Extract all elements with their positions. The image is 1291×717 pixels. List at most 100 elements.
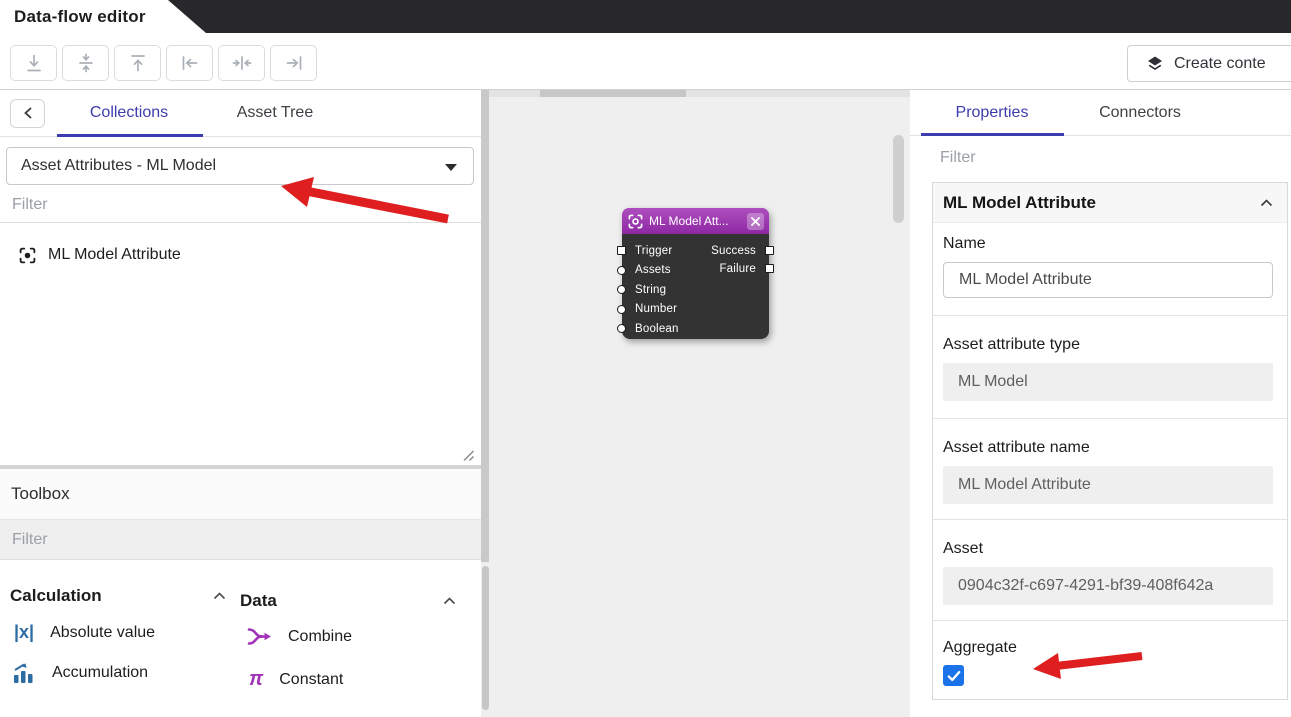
field-label: Name — [943, 235, 1273, 253]
app-title: Data-flow editor — [0, 7, 146, 27]
field-asset-attribute-type: Asset attribute type ML Model — [933, 336, 1287, 401]
port-number[interactable]: Number — [622, 300, 769, 320]
field-asset-attribute-name: Asset attribute name ML Model Attribute — [933, 439, 1287, 504]
toolbox-scrollbar[interactable] — [481, 562, 489, 717]
group-header-calculation[interactable]: Calculation — [10, 586, 226, 606]
pi-icon: π — [249, 668, 263, 691]
field-label: Asset attribute type — [943, 336, 1273, 354]
create-context-label: Create conte — [1174, 55, 1266, 73]
port-boolean[interactable]: Boolean — [622, 319, 769, 339]
port-string[interactable]: String — [622, 280, 769, 300]
properties-card: ML Model Attribute Name Asset attribute … — [932, 182, 1288, 700]
list-item-label: ML Model Attribute — [48, 246, 181, 264]
align-right-button[interactable] — [270, 45, 317, 81]
input-pin[interactable] — [617, 324, 626, 333]
field-label: Asset — [943, 540, 1273, 558]
tab-collections[interactable]: Collections — [56, 104, 202, 122]
input-pin[interactable] — [617, 305, 626, 314]
chevron-up-icon — [443, 597, 456, 605]
toolbox-item-label: Accumulation — [52, 664, 148, 682]
port-trigger[interactable]: Trigger — [622, 241, 769, 261]
right-panel-tabs: Properties Connectors — [910, 90, 1291, 136]
node-title: ML Model Att... — [649, 214, 741, 228]
toolbox-item-accumulation[interactable]: Accumulation — [12, 662, 148, 684]
group-header-data[interactable]: Data — [240, 591, 456, 611]
properties-filter-input[interactable] — [910, 140, 1291, 176]
align-vertical-center-button[interactable] — [62, 45, 109, 81]
properties-filter — [910, 140, 1291, 176]
align-top-icon — [127, 52, 149, 74]
tab-connectors[interactable]: Connectors — [1066, 104, 1214, 122]
accumulation-icon — [12, 662, 36, 684]
toolbox-header: Toolbox — [0, 469, 481, 520]
node-ml-model-attribute[interactable]: ML Model Att... Success Failure Trigger — [622, 208, 769, 339]
divider — [933, 519, 1287, 520]
toolbox-item-absolute-value[interactable]: |x| Absolute value — [14, 622, 155, 643]
list-item-ml-model-attribute[interactable]: ML Model Attribute — [0, 238, 481, 272]
close-icon — [751, 217, 760, 226]
tab-asset-tree[interactable]: Asset Tree — [202, 104, 348, 122]
align-horizontal-center-button[interactable] — [218, 45, 265, 81]
tab-properties[interactable]: Properties — [918, 104, 1066, 122]
port-assets[interactable]: Assets — [622, 261, 769, 281]
toolbox-filter-input[interactable] — [0, 520, 481, 559]
align-left-button[interactable] — [166, 45, 213, 81]
align-vertical-center-icon — [75, 52, 97, 74]
left-panel-tabs: Collections Asset Tree — [0, 90, 481, 137]
toolbox-section: Toolbox Calculation Data |x| Absolute va… — [0, 465, 481, 717]
port-label: Assets — [635, 264, 671, 276]
app-title-tab: Data-flow editor — [0, 0, 206, 33]
canvas-horizontal-scrollbar-thumb[interactable] — [540, 90, 686, 97]
divider — [933, 620, 1287, 621]
name-input[interactable] — [943, 262, 1273, 298]
input-pin[interactable] — [617, 266, 626, 275]
field-label: Aggregate — [943, 639, 1273, 657]
group-label: Data — [240, 591, 277, 611]
align-top-button[interactable] — [114, 45, 161, 81]
chevron-up-icon — [213, 592, 226, 600]
active-tab-underline — [921, 133, 1064, 136]
chevron-left-icon — [23, 107, 33, 119]
properties-card-title: ML Model Attribute — [943, 193, 1260, 213]
collapse-panel-button[interactable] — [10, 99, 45, 128]
panel-splitter[interactable] — [481, 90, 489, 562]
canvas-vertical-scrollbar-thumb[interactable] — [893, 135, 904, 223]
checkmark-icon — [947, 670, 961, 682]
toolbox-item-label: Absolute value — [50, 624, 155, 642]
asset-attribute-name-value: ML Model Attribute — [943, 466, 1273, 504]
node-close-button[interactable] — [747, 213, 764, 230]
toolbar: Create conte — [0, 33, 1291, 90]
node-ports: Success Failure Trigger Assets String — [622, 234, 769, 339]
top-bar: Data-flow editor — [0, 0, 1291, 33]
toolbox-item-constant[interactable]: π Constant — [249, 668, 343, 691]
toolbox-scrollbar-thumb[interactable] — [482, 566, 489, 710]
port-label: Number — [635, 303, 677, 315]
node-header[interactable]: ML Model Att... — [622, 208, 769, 234]
collections-filter — [0, 188, 481, 223]
canvas-horizontal-scrollbar[interactable] — [489, 90, 910, 97]
right-panel: Properties Connectors ML Model Attribute… — [910, 90, 1291, 717]
toolbox-filter — [0, 520, 481, 560]
divider — [933, 418, 1287, 419]
toolbox-item-combine[interactable]: Combine — [246, 626, 352, 647]
create-context-button[interactable]: Create conte — [1127, 45, 1291, 82]
collection-select-value: Asset Attributes - ML Model — [7, 157, 216, 175]
resize-grip-icon — [461, 448, 476, 463]
input-pin[interactable] — [617, 246, 626, 255]
asset-attribute-type-value: ML Model — [943, 363, 1273, 401]
left-panel: Collections Asset Tree Asset Attributes … — [0, 90, 481, 717]
layers-icon — [1146, 55, 1164, 73]
align-right-icon — [283, 52, 305, 74]
port-label: Boolean — [635, 323, 679, 335]
scan-target-icon — [19, 247, 36, 264]
collection-select[interactable]: Asset Attributes - ML Model — [6, 147, 474, 185]
aggregate-checkbox[interactable] — [943, 665, 964, 686]
align-bottom-button[interactable] — [10, 45, 57, 81]
flow-canvas[interactable]: ML Model Att... Success Failure Trigger — [489, 90, 910, 717]
combine-icon — [246, 626, 272, 647]
toolbox-item-label: Constant — [279, 671, 343, 689]
input-pin[interactable] — [617, 285, 626, 294]
align-left-icon — [179, 52, 201, 74]
properties-card-header[interactable]: ML Model Attribute — [933, 183, 1287, 223]
collections-filter-input[interactable] — [0, 188, 481, 222]
